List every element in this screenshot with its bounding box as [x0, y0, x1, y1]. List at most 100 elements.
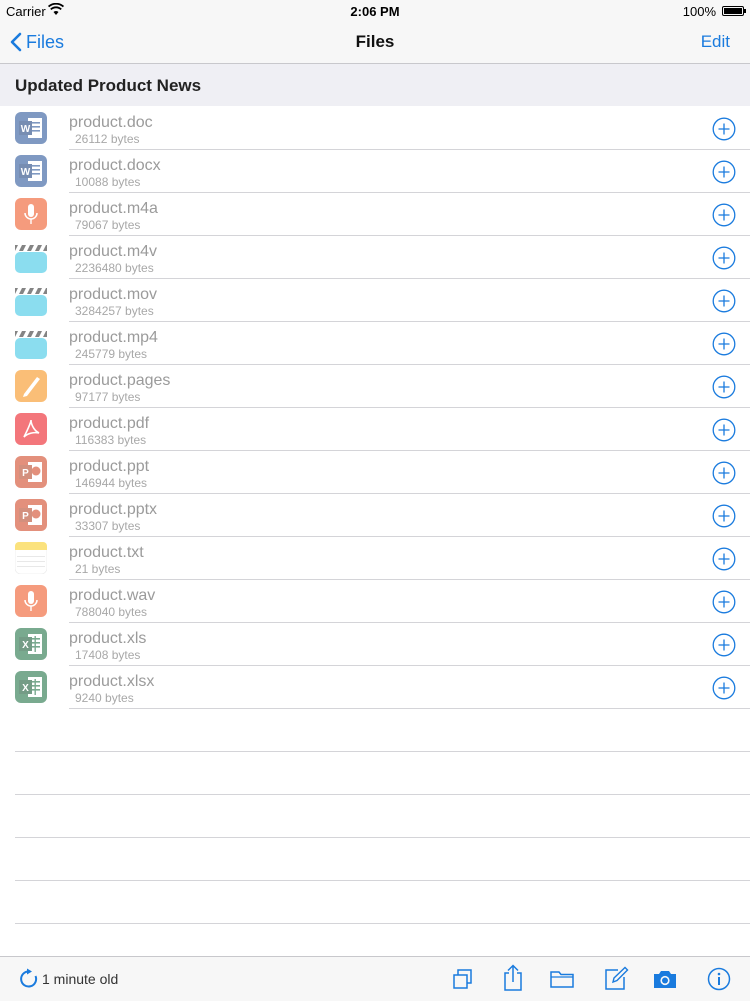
add-button[interactable]: [712, 676, 736, 700]
svg-text:X: X: [22, 683, 29, 694]
chevron-left-icon: [10, 32, 22, 52]
file-name: product.xls: [69, 630, 147, 647]
add-button[interactable]: [712, 418, 736, 442]
add-button[interactable]: [712, 117, 736, 141]
word-icon: W: [15, 112, 47, 144]
folder-icon[interactable]: [549, 966, 575, 992]
empty-row: [0, 795, 750, 838]
plus-circle-icon: [712, 633, 736, 657]
file-size: 146944 bytes: [75, 476, 148, 490]
file-list: W product.doc 26112 bytes W product.docx…: [0, 107, 750, 709]
navigation-bar: Files Files Edit: [0, 22, 750, 64]
add-button[interactable]: [712, 332, 736, 356]
microphone-icon: [15, 198, 47, 230]
file-size: 245779 bytes: [75, 347, 148, 361]
excel-icon: X: [15, 671, 47, 703]
svg-text:P: P: [22, 468, 29, 479]
file-row-3[interactable]: product.m4a 79067 bytes: [0, 193, 750, 236]
plus-circle-icon: [712, 375, 736, 399]
file-name: product.wav: [69, 587, 156, 604]
file-size: 21 bytes: [75, 562, 121, 576]
section-header: Updated Product News: [0, 64, 750, 106]
file-row-4[interactable]: product.m4v 2236480 bytes: [0, 236, 750, 279]
plus-circle-icon: [712, 160, 736, 184]
file-row-8[interactable]: product.pdf 116383 bytes: [0, 408, 750, 451]
file-row-1[interactable]: W product.doc 26112 bytes: [0, 107, 750, 150]
file-row-2[interactable]: W product.docx 10088 bytes: [0, 150, 750, 193]
powerpoint-icon: P: [15, 499, 47, 531]
add-button[interactable]: [712, 203, 736, 227]
file-size: 97177 bytes: [75, 390, 141, 404]
file-name: product.docx: [69, 157, 161, 174]
file-row-14[interactable]: X product.xlsx 9240 bytes: [0, 666, 750, 709]
add-button[interactable]: [712, 461, 736, 485]
svg-text:X: X: [22, 640, 29, 651]
add-button[interactable]: [712, 590, 736, 614]
page-title: Files: [355, 32, 395, 51]
compose-icon[interactable]: [603, 966, 629, 992]
file-name: product.m4v: [69, 243, 158, 260]
file-size: 26112 bytes: [75, 132, 140, 146]
file-name: product.mp4: [69, 329, 158, 346]
file-name: product.txt: [69, 544, 144, 561]
file-name: product.doc: [69, 114, 153, 131]
file-name: product.pptx: [69, 501, 158, 518]
file-row-12[interactable]: product.wav 788040 bytes: [0, 580, 750, 623]
section-title: Updated Product News: [15, 76, 202, 95]
empty-row: [0, 838, 750, 881]
file-row-11[interactable]: product.txt 21 bytes: [0, 537, 750, 580]
copy-icon[interactable]: [450, 966, 476, 992]
add-button[interactable]: [712, 289, 736, 313]
file-size: 9240 bytes: [75, 691, 134, 705]
file-size: 17408 bytes: [75, 648, 141, 662]
battery-icon: [722, 6, 746, 16]
file-size: 33307 bytes: [75, 519, 141, 533]
camera-icon[interactable]: [652, 966, 678, 992]
file-size: 79067 bytes: [75, 218, 141, 232]
plus-circle-icon: [712, 676, 736, 700]
file-size: 788040 bytes: [75, 605, 148, 619]
info-icon[interactable]: [706, 966, 732, 992]
powerpoint-icon: P: [15, 456, 47, 488]
svg-text:W: W: [21, 167, 31, 178]
video-clapper-icon: [15, 284, 47, 316]
plus-circle-icon: [712, 332, 736, 356]
file-row-7[interactable]: product.pages 97177 bytes: [0, 365, 750, 408]
video-clapper-icon: [15, 241, 47, 273]
svg-text:W: W: [21, 124, 31, 135]
file-size: 116383 bytes: [75, 433, 147, 447]
empty-row: [0, 709, 750, 752]
empty-row: [0, 752, 750, 795]
file-name: product.pages: [69, 372, 171, 389]
add-button[interactable]: [712, 547, 736, 571]
file-row-13[interactable]: X product.xls 17408 bytes: [0, 623, 750, 666]
pdf-icon: [15, 413, 47, 445]
add-button[interactable]: [712, 160, 736, 184]
edit-button[interactable]: Edit: [701, 32, 730, 52]
file-row-5[interactable]: product.mov 3284257 bytes: [0, 279, 750, 322]
file-name: product.m4a: [69, 200, 158, 217]
plus-circle-icon: [712, 590, 736, 614]
sync-status: 1 minute old: [42, 971, 119, 987]
back-button[interactable]: Files: [10, 30, 64, 54]
back-button-label: Files: [26, 31, 65, 52]
add-button[interactable]: [712, 246, 736, 270]
video-clapper-icon: [15, 327, 47, 359]
notes-icon: [14, 541, 48, 575]
plus-circle-icon: [712, 461, 736, 485]
plus-circle-icon: [712, 117, 736, 141]
file-row-9[interactable]: P product.ppt 146944 bytes: [0, 451, 750, 494]
file-size: 10088 bytes: [75, 175, 141, 189]
plus-circle-icon: [712, 246, 736, 270]
file-row-6[interactable]: product.mp4 245779 bytes: [0, 322, 750, 365]
refresh-icon[interactable]: [18, 968, 40, 990]
file-row-10[interactable]: P product.pptx 33307 bytes: [0, 494, 750, 537]
empty-row: [0, 881, 750, 924]
add-button[interactable]: [712, 375, 736, 399]
file-size: 3284257 bytes: [75, 304, 154, 318]
microphone-icon: [15, 585, 47, 617]
add-button[interactable]: [712, 504, 736, 528]
file-name: product.pdf: [69, 415, 150, 432]
share-icon[interactable]: [500, 964, 526, 991]
add-button[interactable]: [712, 633, 736, 657]
